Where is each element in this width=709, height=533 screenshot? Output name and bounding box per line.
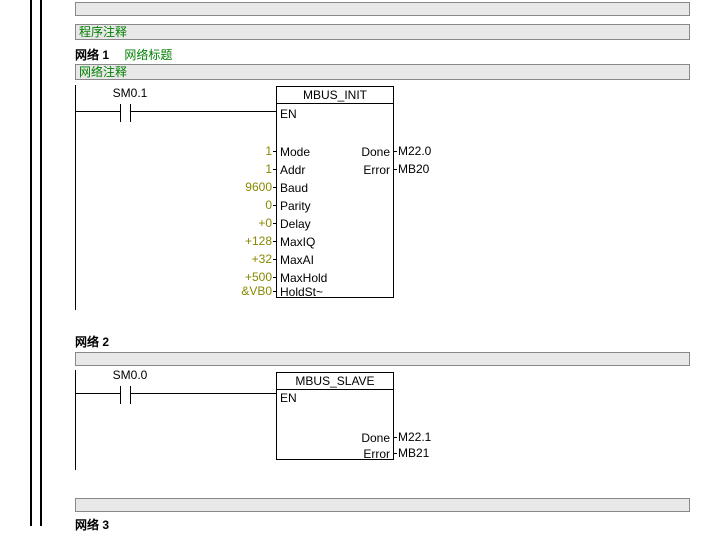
pin-maxhold: MaxHold	[280, 271, 327, 285]
val-done2[interactable]: M22.1	[398, 430, 431, 444]
program-comment-text: 程序注释	[79, 25, 127, 39]
grey-strip-top	[75, 2, 690, 16]
contact-bar	[130, 386, 131, 404]
val-maxiq[interactable]: +128	[226, 234, 272, 248]
pin-holdst: HoldSt~	[280, 285, 323, 299]
pin-error2: Error	[363, 447, 390, 461]
val-addr[interactable]: 1	[226, 162, 272, 176]
pin-baud: Baud	[280, 181, 308, 195]
pin-done2: Done	[361, 431, 390, 445]
network-2-label: 网络 2	[75, 335, 109, 349]
net1-block[interactable]: MBUS_INIT EN Mode Addr Baud Parity Delay…	[276, 86, 394, 298]
val-mode[interactable]: 1	[226, 144, 272, 158]
tick	[273, 241, 277, 242]
net2-wire-a	[75, 393, 120, 394]
network-3-title[interactable]: 网络 3	[75, 516, 109, 533]
tick	[273, 205, 277, 206]
tick	[393, 453, 397, 454]
net1-wire-a	[75, 111, 120, 112]
val-delay[interactable]: +0	[226, 216, 272, 230]
pin-done: Done	[361, 145, 390, 159]
tick	[273, 223, 277, 224]
tick	[273, 277, 277, 278]
net1-contact-label: SM0.1	[110, 86, 150, 100]
net2-block[interactable]: MBUS_SLAVE EN Done Error	[276, 372, 394, 460]
power-rail-inner	[40, 0, 42, 526]
tick	[393, 169, 397, 170]
tick	[273, 169, 277, 170]
val-parity[interactable]: 0	[226, 198, 272, 212]
val-error[interactable]: MB20	[398, 162, 429, 176]
tick	[273, 291, 277, 292]
network-1-label: 网络 1	[75, 48, 109, 62]
power-rail-outer	[30, 0, 32, 526]
pin-maxiq: MaxIQ	[280, 235, 315, 249]
pin-en: EN	[280, 107, 297, 121]
network-1-comment-bar[interactable]: 网络注释	[75, 64, 690, 80]
contact-bar	[130, 104, 131, 122]
pin-addr: Addr	[280, 163, 305, 177]
network-1-comment-text: 网络注释	[79, 65, 127, 79]
network-3-strip[interactable]	[75, 498, 690, 512]
network-1-title[interactable]: 网络 1 网络标题	[75, 46, 172, 63]
net2-contact-label: SM0.0	[110, 368, 150, 382]
net2-wire-b	[131, 393, 276, 394]
tick	[393, 151, 397, 152]
val-done[interactable]: M22.0	[398, 144, 431, 158]
network-2-title[interactable]: 网络 2	[75, 333, 109, 350]
tick	[393, 437, 397, 438]
net1-block-title: MBUS_INIT	[277, 87, 393, 104]
contact-bar	[120, 104, 121, 122]
network-1-subtitle: 网络标题	[124, 48, 172, 62]
tick	[273, 151, 277, 152]
val-error2[interactable]: MB21	[398, 446, 429, 460]
tick	[273, 187, 277, 188]
val-baud[interactable]: 9600	[226, 180, 272, 194]
pin-error: Error	[363, 163, 390, 177]
net1-left-rail	[75, 85, 76, 310]
network-3-label: 网络 3	[75, 518, 109, 532]
net2-left-rail	[75, 370, 76, 470]
program-comment-bar[interactable]: 程序注释	[75, 24, 690, 40]
net1-contact[interactable]: SM0.1	[120, 100, 131, 122]
net2-contact[interactable]: SM0.0	[120, 382, 131, 404]
val-holdst[interactable]: &VB0	[226, 284, 272, 298]
pin-maxai: MaxAI	[280, 253, 314, 267]
pin-en2: EN	[280, 391, 297, 405]
tick	[273, 259, 277, 260]
val-maxhold[interactable]: +500	[226, 270, 272, 284]
contact-bar	[120, 386, 121, 404]
pin-parity: Parity	[280, 199, 311, 213]
net1-wire-b	[131, 111, 276, 112]
val-maxai[interactable]: +32	[226, 252, 272, 266]
editor-canvas: 程序注释 网络 1 网络标题 网络注释 SM0.1 MBUS_INIT EN M…	[0, 0, 709, 526]
pin-mode: Mode	[280, 145, 310, 159]
network-2-strip[interactable]	[75, 352, 690, 366]
pin-delay: Delay	[280, 217, 311, 231]
net2-block-title: MBUS_SLAVE	[277, 373, 393, 390]
